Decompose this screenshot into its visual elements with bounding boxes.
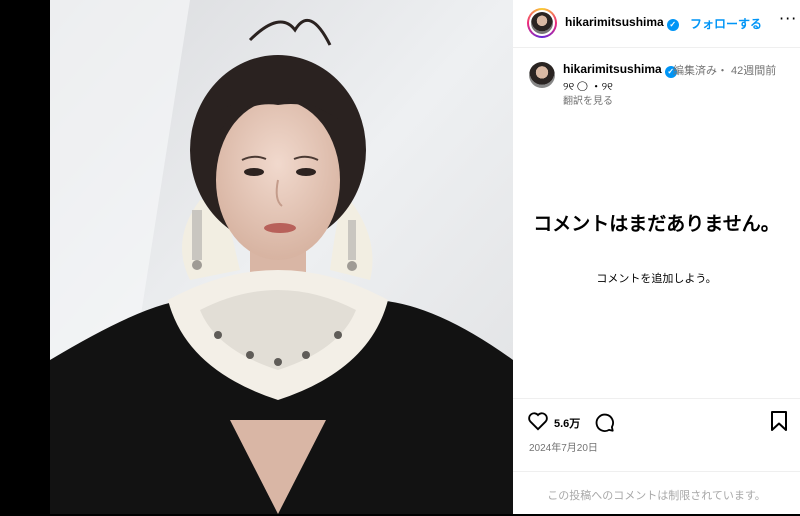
translate-link[interactable]: 翻訳を見る xyxy=(563,92,613,107)
post-side-panel: hikarimitsushima ✓ フォローする ··· hikarimitsu… xyxy=(513,0,800,514)
like-count[interactable]: 5.6万 xyxy=(554,415,580,431)
backdrop-left xyxy=(0,0,50,514)
author-avatar[interactable] xyxy=(527,8,557,38)
caption-meta: 編集済み・ 42週間前 xyxy=(673,65,777,77)
comments-restricted-notice: この投稿へのコメントは制限されています。 xyxy=(513,471,800,516)
more-options-icon[interactable]: ··· xyxy=(779,9,797,28)
heart-icon[interactable] xyxy=(527,411,549,435)
post-image[interactable] xyxy=(50,0,513,514)
follow-button[interactable]: フォローする xyxy=(690,15,762,32)
no-comments-title: コメントはまだありません。 xyxy=(533,213,780,235)
comment-icon[interactable] xyxy=(593,411,615,437)
portrait-photo xyxy=(50,0,513,514)
restricted-text: この投稿へのコメントは制限されています。 xyxy=(547,489,766,502)
post-actions: 5.6万 2024年7月20日 この投稿へのコメントは制限されています。 xyxy=(513,398,800,515)
avatar-image xyxy=(531,12,553,34)
caption-username[interactable]: hikarimitsushima ✓ xyxy=(563,62,677,78)
post-caption: hikarimitsushima ✓ 編集済み・ 42週間前 ୨୧ ◯ ・୨୧ 翻… xyxy=(513,56,800,116)
bookmark-icon[interactable] xyxy=(770,411,788,435)
post-date: 2024年7月20日 xyxy=(529,443,598,454)
author-username[interactable]: hikarimitsushima ✓ xyxy=(565,15,679,31)
verified-badge-icon: ✓ xyxy=(666,19,679,31)
caption-avatar[interactable] xyxy=(529,62,555,88)
no-comments-subtitle: コメントを追加しよう。 xyxy=(596,272,717,285)
post-header: hikarimitsushima ✓ フォローする ··· xyxy=(513,0,800,48)
